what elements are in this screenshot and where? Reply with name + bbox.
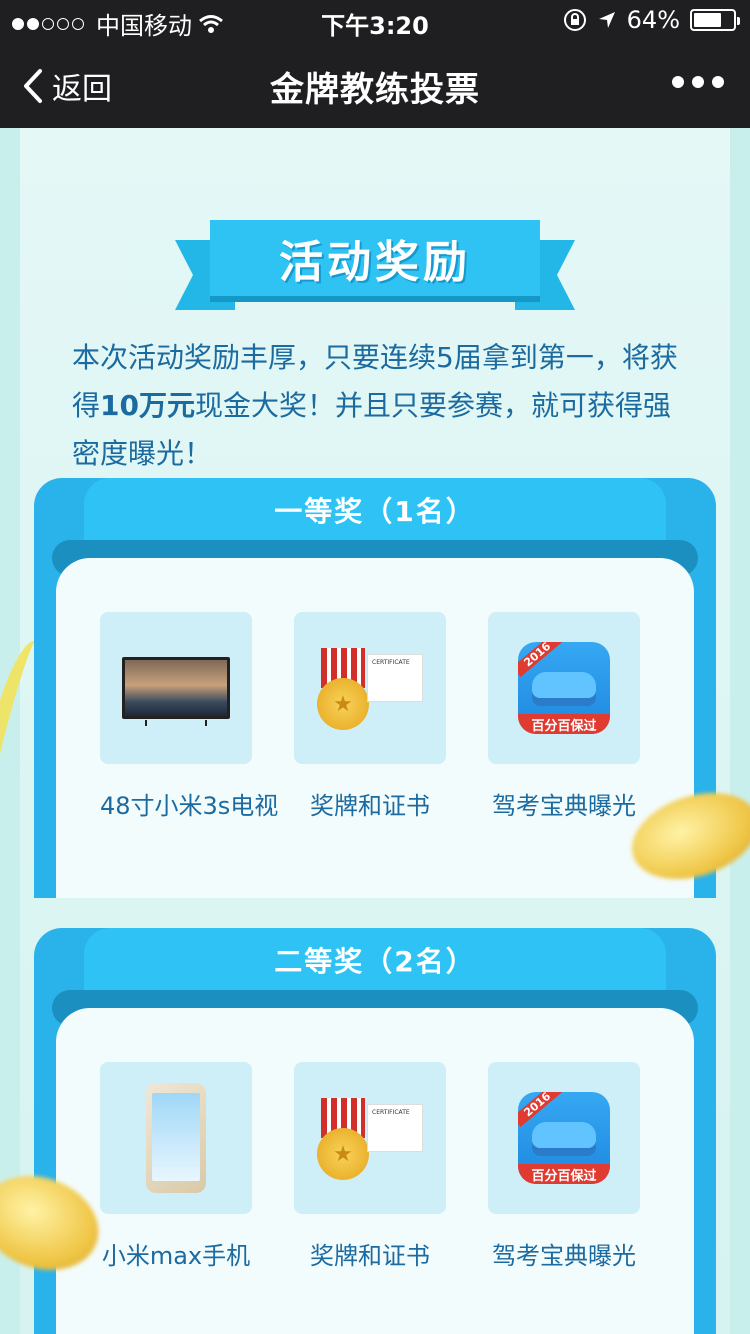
app-icon-banner: 百分百保过 [518, 714, 610, 734]
prize-block-second: 二等奖（2名） 小米max手机 ★ CERTIFICATE 奖牌和证书 2016… [34, 928, 716, 1334]
right-border [730, 128, 750, 1334]
rotation-lock-icon [563, 9, 586, 31]
location-icon [598, 12, 615, 28]
prize-item: 小米max手机 [100, 1062, 252, 1271]
prize-items: 48寸小米3s电视 ★ CERTIFICATE 奖牌和证书 2016 百分百保过… [100, 612, 640, 821]
prize-thumb: ★ CERTIFICATE [294, 1062, 446, 1214]
prize-card: 48寸小米3s电视 ★ CERTIFICATE 奖牌和证书 2016 百分百保过… [56, 558, 694, 898]
prize-item-label: 奖牌和证书 [310, 1242, 430, 1270]
scallop-edge [56, 1318, 694, 1334]
prize-title: 二等奖（2名） [274, 945, 476, 978]
content-area: 活动奖励 本次活动奖励丰厚，只要连续5届拿到第一，将获得10万元现金大奖！并且只… [0, 128, 750, 1334]
section-title: 活动奖励 [279, 237, 471, 288]
prize-title-tab: 一等奖（1名） [84, 478, 666, 542]
prize-thumb: 2016 百分百保过 [488, 612, 640, 764]
prize-card: 小米max手机 ★ CERTIFICATE 奖牌和证书 2016 百分百保过 驾… [56, 1008, 694, 1334]
phone-icon [146, 1083, 206, 1193]
more-dot-icon [672, 76, 684, 88]
battery-percent: 64% [626, 6, 680, 34]
prize-items: 小米max手机 ★ CERTIFICATE 奖牌和证书 2016 百分百保过 驾… [100, 1062, 640, 1271]
app-icon: 2016 百分百保过 [518, 642, 610, 734]
prize-item-label: 奖牌和证书 [310, 792, 430, 820]
prize-block-first: 一等奖（1名） 48寸小米3s电视 ★ CERTIFICATE 奖牌和证书 20… [34, 478, 716, 898]
prize-item: 2016 百分百保过 驾考宝典曝光 [488, 1062, 640, 1271]
prize-item-label: 小米max手机 [101, 1242, 251, 1270]
prize-item: 48寸小米3s电视 [100, 612, 279, 821]
page-title: 金牌教练投票 [270, 70, 480, 110]
more-dot-icon [692, 76, 704, 88]
scallop-edge [56, 868, 694, 884]
status-bar: 中国移动 下午3:20 64% [0, 0, 750, 40]
ribbon-banner: 活动奖励 [210, 220, 540, 296]
app-icon: 2016 百分百保过 [518, 1092, 610, 1184]
tv-icon [122, 657, 230, 726]
intro-text: 本次活动奖励丰厚，只要连续5届拿到第一，将获得10万元现金大奖！并且只要参赛，就… [72, 334, 692, 478]
status-right: 64% [563, 6, 740, 34]
certificate-text: CERTIFICATE [367, 1104, 423, 1152]
app-icon-banner: 百分百保过 [518, 1164, 610, 1184]
section-title-ribbon: 活动奖励 [175, 220, 575, 318]
medal-certificate-icon: ★ CERTIFICATE [315, 648, 425, 730]
prize-thumb [100, 612, 252, 764]
battery-icon [690, 9, 740, 31]
intro-highlight: 10万元 [100, 389, 195, 422]
prize-title-tab: 二等奖（2名） [84, 928, 666, 992]
nav-bar: 返回 金牌教练投票 [0, 40, 750, 128]
prize-item: ★ CERTIFICATE 奖牌和证书 [294, 612, 446, 821]
prize-thumb: 2016 百分百保过 [488, 1062, 640, 1214]
prize-item-label: 48寸小米3s电视 [100, 792, 279, 820]
prize-item: ★ CERTIFICATE 奖牌和证书 [294, 1062, 446, 1271]
prize-thumb [100, 1062, 252, 1214]
more-button[interactable] [672, 76, 724, 88]
certificate-text: CERTIFICATE [367, 654, 423, 702]
prize-title: 一等奖（1名） [274, 495, 476, 528]
more-dot-icon [712, 76, 724, 88]
medal-certificate-icon: ★ CERTIFICATE [315, 1098, 425, 1180]
prize-item: 2016 百分百保过 驾考宝典曝光 [488, 612, 640, 821]
prize-item-label: 驾考宝典曝光 [492, 792, 636, 820]
prize-thumb: ★ CERTIFICATE [294, 612, 446, 764]
prize-item-label: 驾考宝典曝光 [492, 1242, 636, 1270]
